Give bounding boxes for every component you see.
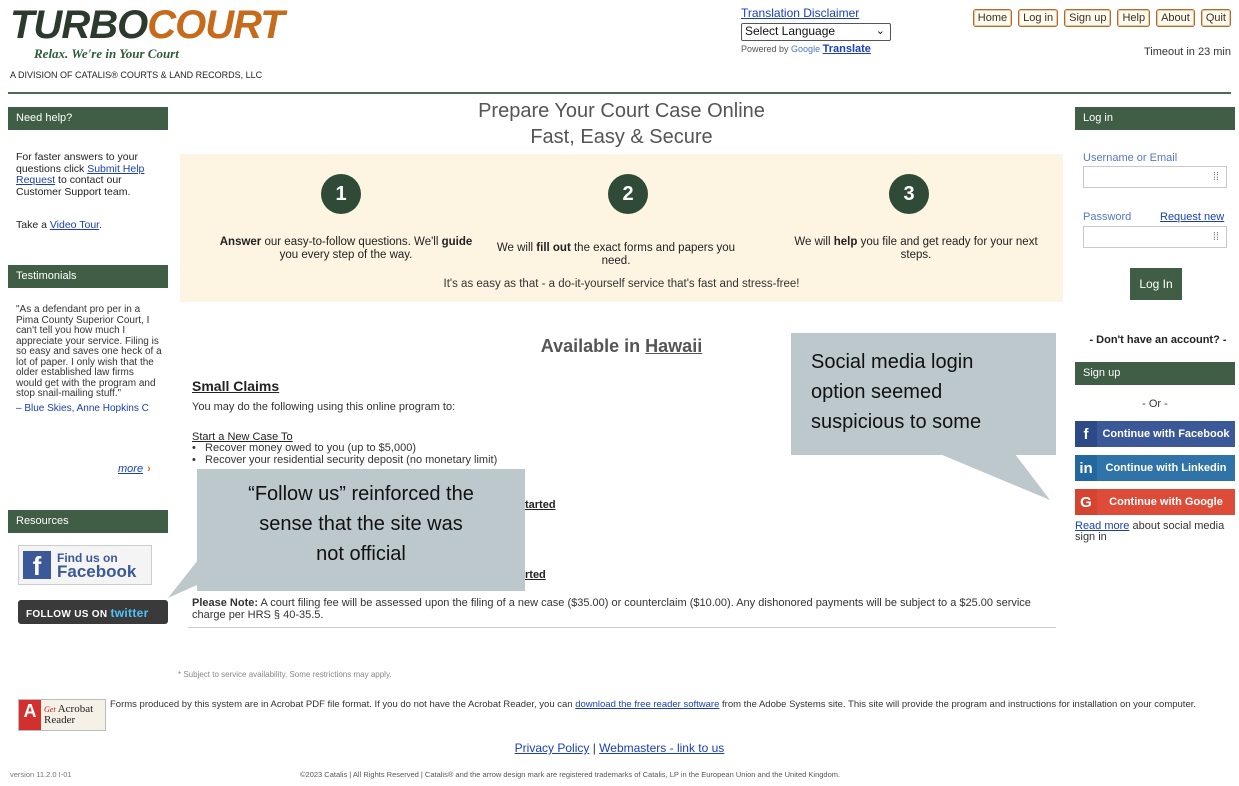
filing-fee-note: Please Note: A court filing fee will be … [192, 597, 1031, 621]
state-link[interactable]: Hawaii [645, 336, 702, 356]
divider [188, 627, 1056, 628]
testimonial: "As a defendant pro per in a Pima County… [16, 304, 162, 414]
facebook-icon: f [23, 551, 51, 581]
testimonial-author: – Blue Skies, Anne Hopkins C [16, 402, 149, 414]
continue-facebook-button[interactable]: f Continue with Facebook [1075, 421, 1235, 447]
adobe-icon: A [19, 700, 41, 730]
step-1-text: Answer our easy-to-follow questions. We'… [219, 236, 473, 261]
nav-help[interactable]: Help [1117, 9, 1151, 27]
testimonial-quote: "As a defendant pro per in a Pima County… [16, 304, 162, 399]
step-3-badge: 3 [889, 174, 929, 214]
callout-follow-us: “Follow us” reinforced the sense that th… [197, 469, 525, 591]
video-tour-text: Take a Video Tour. [16, 219, 103, 231]
chevron-down-icon: ⌄ [875, 25, 885, 37]
login-header: Log in [1075, 107, 1235, 130]
acrobat-text: Forms produced by this system are in Acr… [110, 699, 1197, 710]
or-divider: - Or - [1142, 398, 1168, 410]
webmasters-link[interactable]: Webmasters - link to us [599, 741, 724, 755]
small-claims-heading[interactable]: Small Claims [192, 378, 279, 394]
session-timeout: Timeout in 23 min [1143, 46, 1231, 58]
username-input[interactable]: ⁞⁞ [1083, 166, 1227, 188]
powered-by: Powered by Google Translate [741, 43, 871, 55]
logo[interactable]: TURBOCOURT Relax. We're in Your Court A … [10, 3, 285, 80]
read-more-social: Read more about social media sign in [1075, 520, 1225, 543]
help-text: For faster answers to your questions cli… [16, 151, 145, 198]
logo-wordmark: TURBOCOURT [10, 3, 285, 47]
request-new-password-link[interactable]: Request new [1160, 211, 1224, 223]
top-nav: Home Log in Sign up Help About Quit [972, 9, 1231, 27]
continue-linkedin-button[interactable]: in Continue with Linkedin [1075, 455, 1235, 481]
facebook-icon: f [1075, 421, 1097, 447]
translation-disclaimer-link[interactable]: Translation Disclaimer [741, 6, 859, 20]
twitter-follow-button[interactable]: FOLLOW US ON twitter [18, 600, 168, 624]
copyright: ©2023 Catalis | All Rights Reserved | Ca… [300, 770, 841, 779]
nav-signup[interactable]: Sign up [1064, 9, 1112, 27]
twitter-icon: twitter [110, 606, 149, 620]
page-title: Prepare Your Court Case Online Fast, Eas… [478, 100, 765, 148]
subject-note: * Subject to service availability. Some … [178, 670, 392, 679]
translate-link[interactable]: Translate [823, 43, 871, 55]
get-started-link[interactable]: tarted [525, 499, 556, 511]
download-reader-link[interactable]: download the free reader software [575, 699, 719, 710]
password-manager-icon: ⁞⁞ [1212, 231, 1219, 243]
acrobat-reader-badge[interactable]: A Get Acrobat Reader [18, 699, 106, 731]
version: version 11.2.0 I-01 [10, 770, 72, 779]
testimonials-header: Testimonials [8, 265, 168, 288]
facebook-find-us-button[interactable]: f Find us on Facebook [18, 545, 152, 585]
step-2-text: We will fill out the exact forms and pap… [496, 242, 736, 267]
list-item: • Recover money owed to you (up to $5,00… [192, 442, 416, 454]
list-item: • Recover your residential security depo… [192, 454, 498, 466]
get-started-link-2[interactable]: rted [525, 569, 546, 581]
callout-social-login: Social media login option seemed suspici… [791, 333, 1056, 455]
no-account-text: - Don't have an account? - [1089, 334, 1227, 346]
logo-tagline: Relax. We're in Your Court [34, 46, 179, 61]
need-help-header: Need help? [8, 107, 168, 130]
section-intro: You may do the following using this onli… [192, 401, 456, 413]
step-2-badge: 2 [608, 174, 648, 214]
easy-text: It's as easy as that - a do-it-yourself … [443, 278, 800, 290]
privacy-policy-link[interactable]: Privacy Policy [515, 741, 590, 755]
header-divider [8, 92, 1231, 94]
continue-google-button[interactable]: G Continue with Google [1075, 489, 1235, 515]
username-label: Username or Email [1083, 152, 1178, 164]
more-link[interactable]: more › [118, 463, 151, 475]
callout-social-pointer [940, 454, 1050, 500]
step-3-text: We will help you file and get ready for … [794, 236, 1038, 261]
translate-widget: Translation Disclaimer Select Language ⌄ … [741, 6, 891, 55]
login-button[interactable]: Log In [1130, 268, 1182, 300]
password-input[interactable]: ⁞⁞ [1083, 226, 1227, 248]
step-1-badge: 1 [321, 174, 361, 214]
video-tour-link[interactable]: Video Tour [50, 219, 99, 231]
linkedin-icon: in [1075, 455, 1097, 481]
logo-division: A DIVISION OF CATALIS® COURTS & LAND REC… [10, 70, 263, 80]
callout-follow-us-pointer [168, 560, 208, 598]
language-select[interactable]: Select Language ⌄ [741, 23, 891, 41]
resources-header: Resources [8, 510, 168, 533]
arrow-right-icon: › [147, 463, 151, 475]
google-icon: G [1075, 489, 1097, 515]
password-label: Password [1083, 211, 1132, 223]
signup-header: Sign up [1075, 362, 1235, 385]
footer-links: Privacy Policy | Webmasters - link to us [514, 741, 725, 755]
nav-home[interactable]: Home [972, 9, 1013, 27]
password-manager-icon: ⁞⁞ [1212, 171, 1219, 183]
nav-quit[interactable]: Quit [1200, 9, 1231, 27]
nav-login[interactable]: Log in [1018, 9, 1059, 27]
nav-about[interactable]: About [1156, 9, 1195, 27]
